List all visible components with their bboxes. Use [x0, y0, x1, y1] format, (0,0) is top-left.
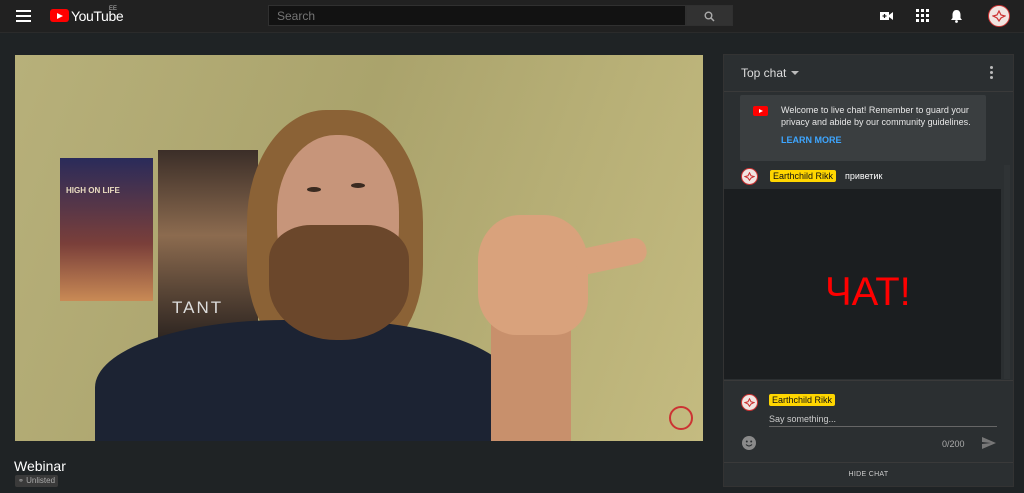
poster-text: HIGH ON LIFE [66, 186, 120, 195]
author-name[interactable]: Earthchild Rikk [770, 170, 837, 182]
menu-icon[interactable] [16, 10, 31, 22]
chat-welcome-notice: Welcome to live chat! Remember to guard … [740, 95, 986, 161]
compose-author-name: Earthchild Rikk [769, 394, 836, 406]
person-shirt [95, 320, 515, 441]
notice-text: Welcome to live chat! Remember to guard … [781, 105, 971, 127]
hide-chat-button[interactable]: HIDE CHAT [724, 462, 1013, 487]
person-eye [351, 183, 365, 188]
channel-watermark-icon[interactable] [669, 406, 693, 430]
youtube-logo-icon[interactable] [50, 9, 69, 22]
link-icon: ⚭ [18, 478, 24, 485]
more-options-icon[interactable] [990, 66, 994, 81]
person-eye [307, 187, 321, 192]
notifications-icon[interactable] [950, 9, 963, 23]
create-video-icon[interactable] [879, 9, 894, 23]
search-button[interactable] [686, 5, 733, 26]
chat-mode-selector[interactable]: Top chat [741, 66, 786, 80]
masthead: YouTube EE [0, 0, 1024, 33]
video-title: Webinar [14, 458, 66, 474]
avatar [741, 394, 758, 411]
live-chat-panel: Top chat Welcome to live chat! Remember … [723, 54, 1014, 487]
youtube-logo-icon [753, 106, 768, 116]
person-beard [269, 225, 409, 340]
chat-message: Earthchild Rikk приветик [724, 165, 1001, 189]
chat-scrollbar[interactable] [1004, 165, 1010, 379]
avatar[interactable] [988, 5, 1010, 27]
wall-poster: HIGH ON LIFE [60, 158, 153, 301]
search-input[interactable] [268, 5, 686, 26]
video-player[interactable]: HIGH ON LIFE TANT [15, 55, 703, 441]
chat-message-input[interactable] [769, 412, 997, 427]
apps-icon[interactable] [916, 9, 929, 22]
chevron-down-icon[interactable] [791, 71, 799, 75]
character-counter: 0/200 [942, 439, 965, 449]
poster-text: TANT [172, 298, 224, 317]
person-hand [478, 215, 588, 335]
search-icon [704, 11, 715, 22]
send-icon[interactable] [981, 436, 997, 450]
person-thumb [573, 235, 649, 277]
message-text: приветик [845, 171, 883, 181]
wall-poster: TANT [158, 150, 258, 340]
chat-overlay-area: ЧАТ! [724, 189, 1001, 379]
chat-header: Top chat [724, 55, 1013, 92]
visibility-badge: ⚭ Unlisted [15, 475, 59, 487]
emoji-icon[interactable] [742, 436, 756, 450]
country-code: EE [109, 6, 118, 12]
chat-overlay-text: ЧАТ! [825, 270, 911, 314]
chat-compose: Earthchild Rikk 0/200 [724, 380, 1013, 461]
avatar [741, 168, 758, 185]
visibility-label: Unlisted [26, 476, 56, 485]
learn-more-link[interactable]: LEARN MORE [781, 135, 842, 145]
